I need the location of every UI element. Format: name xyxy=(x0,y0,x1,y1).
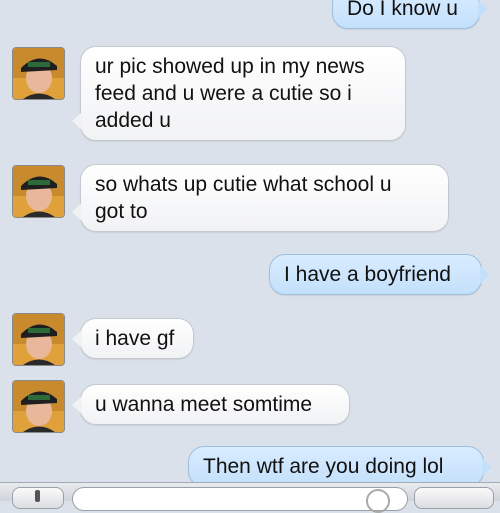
camera-icon[interactable] xyxy=(366,489,390,513)
attach-button[interactable] xyxy=(12,487,64,509)
message-text: I have a boyfriend xyxy=(284,263,451,286)
message-text-line: ur pic showed up in my news xyxy=(95,55,365,78)
message-bubble-outgoing: I have a boyfriend xyxy=(269,254,490,295)
message-text: Then wtf are you doing lol xyxy=(203,455,444,478)
contact-avatar[interactable] xyxy=(12,165,65,218)
attach-icon xyxy=(35,490,40,502)
message-text-line: added u xyxy=(95,109,171,132)
message-bubble-outgoing: Then wtf are you doing lol xyxy=(188,446,492,482)
message-bubble-incoming: i have gf xyxy=(72,318,194,359)
message-bubble-incoming: so whats up cutie what school u got to xyxy=(72,164,449,232)
message-bubble-incoming: ur pic showed up in my news feed and u w… xyxy=(72,46,406,141)
contact-avatar[interactable] xyxy=(12,313,65,366)
contact-avatar[interactable] xyxy=(12,380,65,433)
message-text-line: so whats up cutie what school u xyxy=(95,173,392,196)
message-input-bar xyxy=(0,482,500,513)
contact-avatar[interactable] xyxy=(12,47,65,100)
message-bubble-outgoing: Do I know u xyxy=(332,0,488,29)
message-text: i have gf xyxy=(95,327,175,350)
profile-photo-icon xyxy=(13,48,64,99)
profile-photo-icon xyxy=(13,166,64,217)
message-bubble-incoming: u wanna meet somtime xyxy=(72,384,350,425)
message-input[interactable] xyxy=(72,487,408,511)
profile-photo-icon xyxy=(13,381,64,432)
profile-photo-icon xyxy=(13,314,64,365)
message-text-line: feed and u were a cutie so i xyxy=(95,82,352,105)
message-text: Do I know u xyxy=(347,0,458,20)
message-text-line: got to xyxy=(95,200,148,223)
message-text: u wanna meet somtime xyxy=(95,393,313,416)
send-button[interactable] xyxy=(414,487,494,509)
message-thread[interactable]: Do I know u ur pic showed up in my news … xyxy=(0,0,500,482)
